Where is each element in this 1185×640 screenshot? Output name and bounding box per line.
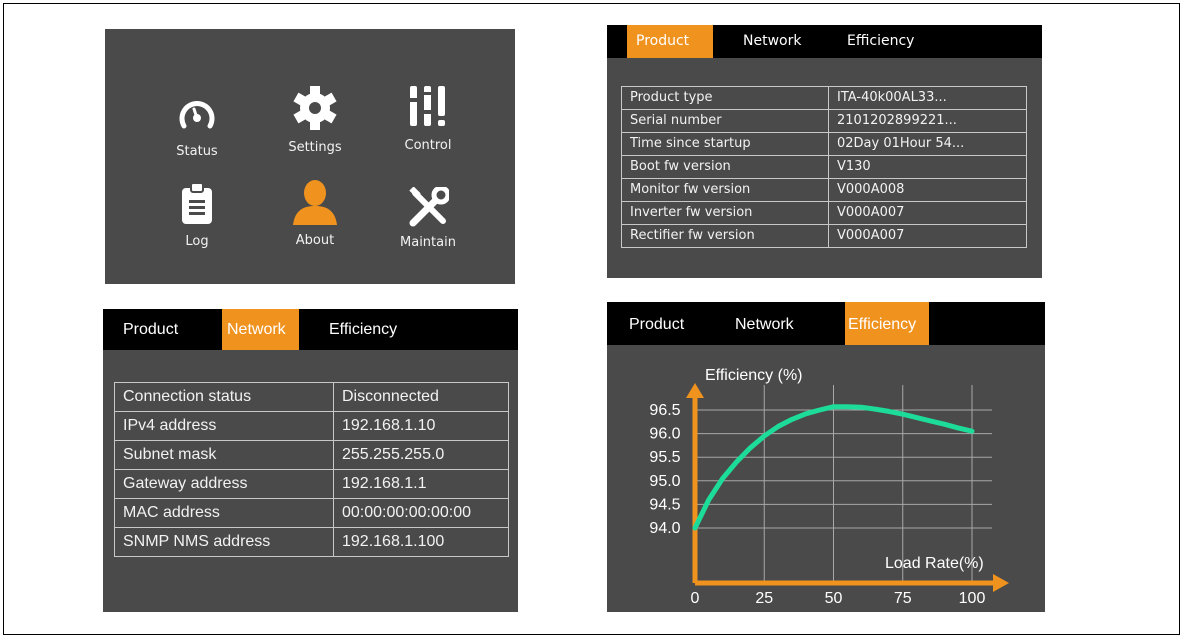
field-label: IPv4 address: [114, 411, 334, 441]
clipboard-icon: [182, 182, 212, 224]
tab-efficiency[interactable]: Efficiency: [329, 309, 397, 350]
tab-product[interactable]: Product: [123, 309, 178, 350]
field-label: MAC address: [114, 498, 334, 528]
tab-efficiency[interactable]: Efficiency: [845, 302, 929, 345]
y-tick-label: 96.5: [649, 402, 680, 419]
y-tick-label: 96.0: [649, 426, 680, 443]
menu-item-maintain[interactable]: Maintain: [373, 187, 483, 250]
field-value: 192.168.1.10: [333, 411, 509, 441]
menu-item-status[interactable]: Status: [142, 96, 252, 159]
field-value: 2101202899221...: [828, 109, 1027, 133]
x-tick-label: 25: [755, 590, 773, 607]
product-info-table: Product type ITA-40k00AL33... Serial numb…: [621, 86, 1027, 248]
gear-icon: [293, 86, 337, 130]
field-label: Monitor fw version: [621, 178, 829, 202]
menu-item-label: Maintain: [400, 235, 456, 250]
field-value: 00:00:00:00:00:00: [333, 498, 509, 528]
y-tick-label: 95.0: [649, 473, 680, 490]
table-row: Inverter fw version V000A007: [621, 201, 1027, 225]
tab-network[interactable]: Network: [222, 309, 299, 350]
field-label: Serial number: [621, 109, 829, 133]
menu-item-label: Settings: [288, 140, 342, 155]
menu-item-about[interactable]: About: [260, 179, 370, 248]
menu-item-label: Status: [176, 144, 218, 159]
product-info-panel: Product Network Efficiency Product type I…: [607, 25, 1042, 278]
table-row: Gateway address 192.168.1.1: [114, 469, 509, 499]
tab-network[interactable]: Network: [743, 25, 801, 58]
menu-item-log[interactable]: Log: [142, 182, 252, 249]
menu-item-control[interactable]: Control: [373, 82, 483, 153]
field-value: 192.168.1.1: [333, 469, 509, 499]
user-icon: [293, 180, 337, 225]
table-row: IPv4 address 192.168.1.10: [114, 411, 509, 441]
field-label: Product type: [621, 86, 829, 110]
y-tick-label: 94.0: [649, 520, 680, 537]
field-value: V000A008: [828, 178, 1027, 202]
table-row: Boot fw version V130: [621, 155, 1027, 179]
main-menu-panel: Status Settings Control Log About Mainta…: [105, 29, 515, 284]
menu-item-label: Control: [404, 138, 452, 153]
table-row: Product type ITA-40k00AL33...: [621, 86, 1027, 110]
efficiency-panel: Product Network Efficiency 0 25 50 75 100 94.…: [607, 302, 1045, 612]
tab-bar: Product Network Efficiency: [103, 309, 518, 350]
efficiency-chart: 0 25 50 75 100 94.0 94.5 95.0 95.5 96.0 96.5 Effic…: [649, 367, 1009, 607]
field-value: 192.168.1.100: [333, 527, 509, 557]
field-label: Time since startup: [621, 132, 829, 156]
field-value: 255.255.255.0: [333, 440, 509, 470]
tab-efficiency[interactable]: Efficiency: [847, 25, 914, 58]
gauge-icon: [179, 101, 215, 129]
table-row: SNMP NMS address 192.168.1.100: [114, 527, 509, 557]
x-tick-label: 100: [959, 590, 986, 607]
field-label: SNMP NMS address: [114, 527, 334, 557]
field-value: Disconnected: [333, 382, 509, 412]
field-label: Connection status: [114, 382, 334, 412]
x-tick-label: 0: [691, 590, 700, 607]
x-axis-arrow: [993, 574, 1009, 592]
network-info-panel: Product Network Efficiency Connection st…: [103, 309, 518, 612]
tab-product[interactable]: Product: [627, 25, 713, 58]
network-info-table: Connection status Disconnected IPv4 addre…: [114, 382, 509, 557]
wrench-screwdriver-icon: [409, 187, 449, 227]
table-row: MAC address 00:00:00:00:00:00: [114, 498, 509, 528]
menu-item-label: Log: [185, 234, 209, 249]
tab-network[interactable]: Network: [735, 302, 794, 345]
field-value: ITA-40k00AL33...: [828, 86, 1027, 110]
x-axis-label: Load Rate(%): [885, 555, 984, 572]
sliders-icon: [408, 86, 445, 126]
menu-item-settings[interactable]: Settings: [260, 84, 370, 155]
field-value: V000A007: [828, 201, 1027, 225]
tab-product[interactable]: Product: [629, 302, 684, 345]
tab-bar: Product Network Efficiency: [607, 302, 1045, 345]
tab-bar: Product Network Efficiency: [607, 25, 1042, 58]
table-row: Time since startup 02Day 01Hour 54...: [621, 132, 1027, 156]
table-row: Subnet mask 255.255.255.0: [114, 440, 509, 470]
field-label: Rectifier fw version: [621, 224, 829, 248]
field-value: 02Day 01Hour 54...: [828, 132, 1027, 156]
x-tick-label: 50: [825, 590, 843, 607]
field-value: V130: [828, 155, 1027, 179]
y-tick-label: 94.5: [649, 496, 680, 513]
field-label: Inverter fw version: [621, 201, 829, 225]
y-axis-label: Efficiency (%): [705, 367, 803, 384]
field-label: Gateway address: [114, 469, 334, 499]
table-row: Connection status Disconnected: [114, 382, 509, 412]
table-row: Rectifier fw version V000A007: [621, 224, 1027, 248]
table-row: Serial number 2101202899221...: [621, 109, 1027, 133]
x-tick-label: 75: [894, 590, 912, 607]
table-row: Monitor fw version V000A008: [621, 178, 1027, 202]
field-value: V000A007: [828, 224, 1027, 248]
field-label: Subnet mask: [114, 440, 334, 470]
menu-item-label: About: [295, 233, 335, 248]
field-label: Boot fw version: [621, 155, 829, 179]
y-axis-arrow: [686, 383, 704, 398]
y-tick-label: 95.5: [649, 449, 680, 466]
